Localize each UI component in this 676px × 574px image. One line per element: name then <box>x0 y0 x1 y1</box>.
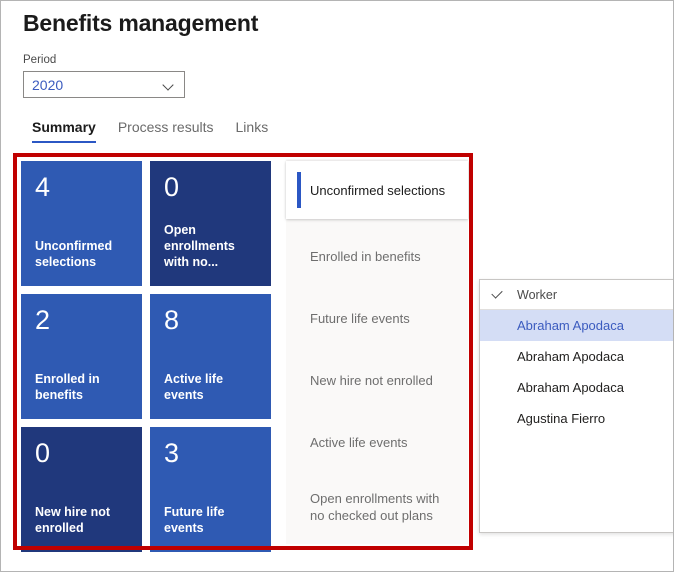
check-icon <box>489 287 505 303</box>
worker-header-label: Worker <box>517 287 557 303</box>
worker-row[interactable]: Abraham Apodaca <box>480 372 674 403</box>
tab-process-results[interactable]: Process results <box>107 119 225 143</box>
app-page: Benefits management Period 2020 Summary … <box>0 0 674 572</box>
worker-row[interactable]: Abraham Apodaca <box>480 310 674 341</box>
period-label: Period <box>23 53 185 67</box>
tab-summary[interactable]: Summary <box>21 119 107 143</box>
worker-column-header[interactable]: Worker <box>480 280 674 310</box>
worker-name: Abraham Apodaca <box>517 379 624 396</box>
worker-dropdown-panel: Worker Abraham Apodaca Abraham Apodaca A… <box>479 279 674 533</box>
list-item-label: Unconfirmed selections <box>310 182 445 199</box>
tab-bar: Summary Process results Links <box>21 117 279 143</box>
worker-row[interactable]: Agustina Fierro <box>480 403 674 434</box>
period-filter-group: Period 2020 <box>23 53 185 98</box>
worker-row[interactable]: Abraham Apodaca <box>480 341 674 372</box>
worker-name: Agustina Fierro <box>517 410 605 427</box>
period-select[interactable]: 2020 <box>23 71 185 98</box>
selection-indicator-bar <box>297 172 301 208</box>
tab-links[interactable]: Links <box>225 119 280 143</box>
period-value: 2020 <box>32 76 163 94</box>
page-title: Benefits management <box>23 10 258 37</box>
chevron-down-icon[interactable] <box>163 79 175 91</box>
worker-name: Abraham Apodaca <box>517 317 624 334</box>
list-item-unconfirmed-selections[interactable]: Unconfirmed selections <box>286 161 468 219</box>
worker-name: Abraham Apodaca <box>517 348 624 365</box>
